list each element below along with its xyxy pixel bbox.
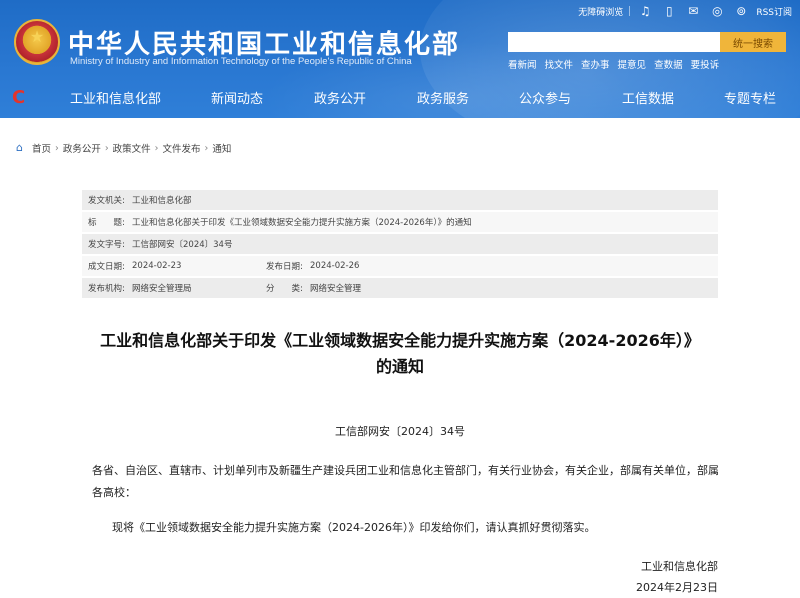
mail-icon[interactable]: ✉ (684, 3, 702, 19)
meta-label: 发文字号: (88, 240, 125, 250)
home-logo-icon[interactable]: C (12, 89, 30, 107)
nav-item-ministry[interactable]: 工业和信息化部 (70, 88, 161, 107)
national-emblem-icon[interactable]: ★ (14, 19, 60, 65)
chevron-right-icon: › (154, 142, 159, 154)
document-title: 工业和信息化部关于印发《工业领域数据安全能力提升实施方案（2024-2026年）… (82, 328, 718, 380)
meta-row-title: 标 题: 工业和信息化部关于印发《工业领域数据安全能力提升实施方案（2024-2… (82, 212, 718, 234)
nav-item-gov-services[interactable]: 政务服务 (417, 88, 469, 107)
quick-link-news[interactable]: 看新闻 (508, 57, 537, 71)
meta-row-dates: 成文日期: 2024-02-23 发布日期: 2024-02-26 (82, 256, 718, 278)
site-header: ★ 中华人民共和国工业和信息化部 Ministry of Industry an… (0, 0, 800, 118)
quick-link-data[interactable]: 查数据 (654, 57, 683, 71)
breadcrumb-policy-docs[interactable]: 政策文件 (113, 141, 151, 155)
chevron-right-icon: › (204, 142, 209, 154)
breadcrumb-doc-release[interactable]: 文件发布 (162, 141, 200, 155)
nav-item-gov-affairs[interactable]: 政务公开 (314, 88, 366, 107)
home-icon: ⌂ (16, 141, 23, 154)
document-recipient: 各省、自治区、直辖市、计划单列市及新疆生产建设兵团工业和信息化主管部门，有关行业… (92, 464, 719, 499)
wechat-icon[interactable]: ◎ (708, 3, 726, 19)
document-signature-date: 2024年2月23日 (636, 581, 718, 594)
document-title-line: 的通知 (375, 357, 424, 376)
meta-row-issuer: 发文机关: 工业和信息化部 (82, 190, 718, 212)
accessibility-link[interactable]: 无障碍浏览 (578, 5, 623, 18)
chevron-right-icon: › (104, 142, 109, 154)
meta-label: 发布机构: (88, 284, 125, 294)
meta-value: 网络安全管理 (310, 284, 362, 294)
meta-value: 工业和信息化部 (132, 196, 192, 206)
meta-value: 2024-02-23 (132, 261, 182, 271)
document-number: 工信部网安〔2024〕34号 (335, 425, 465, 438)
site-subtitle: Ministry of Industry and Information Tec… (70, 56, 412, 67)
meta-label: 成文日期: (88, 262, 125, 272)
meta-value: 2024-02-26 (310, 261, 360, 271)
breadcrumb-notice[interactable]: 通知 (212, 141, 231, 155)
search-button[interactable]: 统一搜索 (720, 32, 786, 52)
quick-links: 看新闻 找文件 查办事 提意见 查数据 要投诉 (508, 57, 719, 71)
quick-link-services[interactable]: 查办事 (581, 57, 610, 71)
nav-item-data[interactable]: 工信数据 (622, 88, 674, 107)
document-body: 现将《工业领域数据安全能力提升实施方案（2024-2026年）》印发给你们，请认… (112, 521, 596, 534)
breadcrumb-gov-affairs[interactable]: 政务公开 (63, 141, 101, 155)
nav-item-news[interactable]: 新闻动态 (211, 88, 263, 107)
document-meta-table: 发文机关: 工业和信息化部 标 题: 工业和信息化部关于印发《工业领域数据安全能… (82, 190, 718, 300)
meta-row-org: 发布机构: 网络安全管理局 分 类: 网络安全管理 (82, 278, 718, 300)
quick-link-files[interactable]: 找文件 (545, 57, 574, 71)
divider (629, 6, 631, 16)
meta-label: 发布日期: (266, 262, 303, 272)
document-signature-org: 工业和信息化部 (641, 560, 718, 573)
nav-item-participation[interactable]: 公众参与 (519, 88, 571, 107)
chevron-right-icon: › (55, 142, 59, 154)
meta-label: 标 题: (88, 218, 125, 228)
meta-value: 工信部网安〔2024〕34号 (132, 240, 233, 250)
main-nav: C 工业和信息化部 新闻动态 政务公开 政务服务 公众参与 工信数据 专题专栏 (0, 78, 800, 118)
breadcrumb: ⌂ 首页 › 政务公开 › 政策文件 › 文件发布 › 通知 (16, 141, 231, 156)
top-links: 无障碍浏览 ♫ ▯ ✉ ◎ ⊚ RSS订阅 (578, 2, 792, 20)
quick-link-complaint[interactable]: 要投诉 (691, 57, 720, 71)
search-input[interactable] (508, 32, 720, 52)
weibo-icon[interactable]: ⊚ (732, 3, 750, 19)
star-icon: ★ (29, 26, 45, 46)
rss-link[interactable]: RSS订阅 (756, 5, 792, 18)
meta-label: 分 类: (266, 284, 303, 294)
breadcrumb-home[interactable]: 首页 (32, 141, 51, 155)
meta-row-doc-no: 发文字号: 工信部网安〔2024〕34号 (82, 234, 718, 256)
meta-value: 网络安全管理局 (132, 284, 192, 294)
quick-link-feedback[interactable]: 提意见 (618, 57, 647, 71)
meta-value: 工业和信息化部关于印发《工业领域数据安全能力提升实施方案（2024-2026年）… (132, 218, 472, 228)
document-title-line: 工业和信息化部关于印发《工业领域数据安全能力提升实施方案（2024-2026年）… (100, 331, 700, 350)
mobile-icon[interactable]: ▯ (660, 3, 678, 19)
language-icon[interactable]: ♫ (636, 3, 654, 19)
nav-item-topics[interactable]: 专题专栏 (724, 88, 776, 107)
meta-label: 发文机关: (88, 196, 125, 206)
